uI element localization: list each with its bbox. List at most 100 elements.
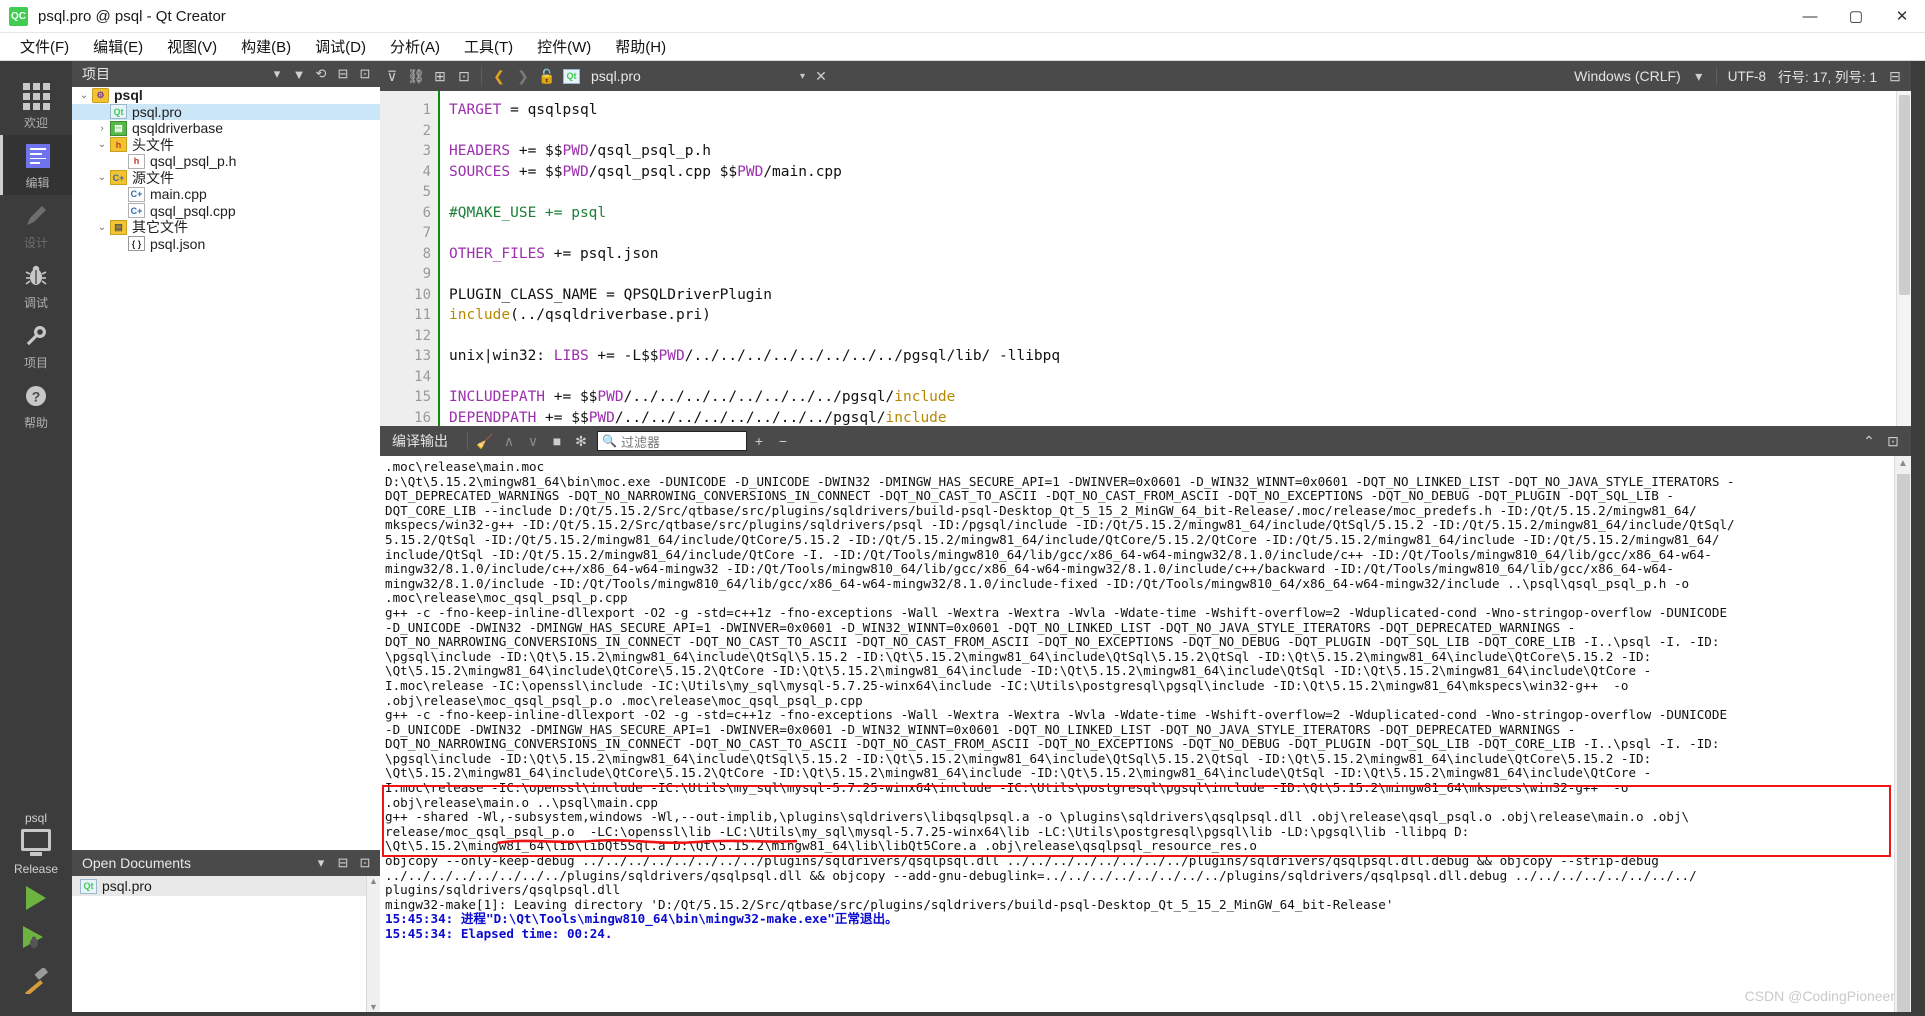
menu-debug[interactable]: 调试(D)	[303, 33, 378, 60]
menu-edit[interactable]: 编辑(E)	[81, 33, 155, 60]
menu-help[interactable]: 帮助(H)	[603, 33, 678, 60]
chevron-down-icon[interactable]: ▾	[310, 853, 332, 873]
chevron-down-icon[interactable]: ▾	[266, 64, 288, 84]
mode-edit[interactable]: 编辑	[0, 135, 72, 195]
code-line[interactable]	[440, 223, 1911, 244]
chevron-down-icon[interactable]: ⌄	[94, 172, 110, 183]
down-arrow-icon[interactable]: ∨	[521, 429, 545, 453]
settings-gear-icon[interactable]: ✻	[569, 429, 593, 453]
mode-help[interactable]: ? 帮助	[0, 375, 72, 435]
tree-item-qsqldriverbase[interactable]: › ▤ qsqldriverbase	[72, 120, 380, 137]
code-line[interactable]: OTHER_FILES += psql.json	[440, 244, 1911, 265]
code-line[interactable]: HEADERS += $$PWD/qsql_psql_p.h	[440, 141, 1911, 162]
code-line[interactable]: unix|win32: LIBS += -L$$PWD/../../../../…	[440, 346, 1911, 367]
code-line[interactable]	[440, 121, 1911, 142]
maximize-output-icon[interactable]: ⌃	[1857, 429, 1881, 453]
tree-item-main.cpp[interactable]: C+ main.cpp	[72, 186, 380, 203]
code-line[interactable]	[440, 326, 1911, 347]
close-split-icon[interactable]: ⊡	[354, 853, 376, 873]
code-line[interactable]	[440, 182, 1911, 203]
link-icon[interactable]: ⛓	[404, 63, 428, 89]
close-icon[interactable]: ✕	[809, 63, 833, 89]
unlocked-icon[interactable]: 🔓	[535, 63, 559, 89]
menu-tools[interactable]: 工具(T)	[452, 33, 525, 60]
kit-selector[interactable]: psql Release	[14, 811, 58, 886]
menu-analyze[interactable]: 分析(A)	[378, 33, 452, 60]
stop-icon[interactable]: ■	[545, 429, 569, 453]
chevron-down-icon[interactable]: ▾	[1687, 63, 1711, 89]
close-button[interactable]: ✕	[1879, 0, 1925, 33]
line-ending-selector[interactable]: Windows (CRLF)	[1568, 68, 1687, 84]
close-split-icon[interactable]: ⊡	[354, 64, 376, 84]
tree-item-psql.json[interactable]: { } psql.json	[72, 236, 380, 253]
tree-item----[interactable]: ⌄ h 头文件	[72, 137, 380, 154]
open-documents-list[interactable]: Qt psql.pro ▲ ▼	[72, 876, 380, 1012]
split-icon[interactable]: ⊟	[1883, 63, 1907, 89]
scroll-up-arrow-icon[interactable]: ▲	[369, 876, 378, 886]
tree-item-psql[interactable]: ⌄ ⚙ psql	[72, 87, 380, 104]
menu-view[interactable]: 视图(V)	[155, 33, 229, 60]
tree-item-psql.pro[interactable]: Qt psql.pro	[72, 103, 380, 120]
mode-welcome[interactable]: 欢迎	[0, 75, 72, 135]
menu-widgets[interactable]: 控件(W)	[525, 33, 603, 60]
mode-debug[interactable]: 调试	[0, 255, 72, 315]
chevron-right-icon[interactable]: ›	[94, 123, 110, 134]
editor-scroll-thumb[interactable]	[1899, 95, 1910, 295]
open-document-item[interactable]: Qt psql.pro	[72, 876, 380, 896]
add-split-icon[interactable]: ⊟	[332, 853, 354, 873]
output-filter-input[interactable]: 🔍 过滤器	[597, 431, 747, 451]
tree-item----[interactable]: ⌄ C+ 源文件	[72, 170, 380, 187]
navigate-forward-icon[interactable]: ❯	[511, 63, 535, 89]
chevron-down-icon[interactable]: ⌄	[76, 90, 92, 101]
add-split-icon[interactable]: ⊞	[428, 63, 452, 89]
close-split-icon[interactable]: ⊡	[452, 63, 476, 89]
code-line[interactable]: SOURCES += $$PWD/qsql_psql.cpp $$PWD/mai…	[440, 162, 1911, 183]
tree-item-qsql_psql.cpp[interactable]: C+ qsql_psql.cpp	[72, 203, 380, 220]
clear-icon[interactable]: 🧹	[473, 429, 497, 453]
code-area[interactable]: TARGET = qsqlpsql HEADERS += $$PWD/qsql_…	[438, 91, 1911, 426]
filter-icon[interactable]: ⊽	[380, 63, 404, 89]
code-line[interactable]: TARGET = qsqlpsql	[440, 100, 1911, 121]
chevron-down-icon[interactable]: ▾	[800, 71, 805, 82]
debug-button[interactable]	[21, 924, 51, 954]
mode-design[interactable]: 设计	[0, 195, 72, 255]
tree-item-----[interactable]: ⌄ ▤ 其它文件	[72, 219, 380, 236]
editor-scrollbar[interactable]	[1896, 91, 1911, 426]
zoom-in-button[interactable]: +	[747, 429, 771, 453]
encoding-selector[interactable]: UTF-8	[1722, 69, 1772, 84]
chevron-down-icon[interactable]: ⌄	[94, 139, 110, 150]
close-output-icon[interactable]: ⊡	[1881, 429, 1905, 453]
open-documents-scrollbar[interactable]: ▲ ▼	[366, 876, 380, 1012]
up-arrow-icon[interactable]: ∧	[497, 429, 521, 453]
scroll-down-arrow-icon[interactable]: ▼	[369, 1002, 378, 1012]
add-split-icon[interactable]: ⊟	[332, 64, 354, 84]
navigate-back-icon[interactable]: ❮	[487, 63, 511, 89]
filter-icon[interactable]: ▼	[288, 64, 310, 84]
maximize-button[interactable]: ▢	[1833, 0, 1879, 33]
code-line[interactable]	[440, 367, 1911, 388]
sync-icon[interactable]: ⟲	[310, 64, 332, 84]
minimize-button[interactable]: —	[1787, 0, 1833, 33]
code-editor[interactable]: 1234567891011121314151617 TARGET = qsqlp…	[380, 91, 1911, 426]
code-line[interactable]	[440, 264, 1911, 285]
code-line[interactable]: INCLUDEPATH += $$PWD/../../../../../../.…	[440, 387, 1911, 408]
scroll-up-arrow-icon[interactable]: ▲	[1898, 458, 1908, 469]
zoom-out-button[interactable]: −	[771, 429, 795, 453]
code-line[interactable]: include(../qsqldriverbase.pri)	[440, 305, 1911, 326]
output-scrollbar[interactable]: ▲ ▼	[1894, 456, 1911, 1012]
mode-projects[interactable]: 项目	[0, 315, 72, 375]
tree-item-qsql_psql_p.h[interactable]: h qsql_psql_p.h	[72, 153, 380, 170]
code-line[interactable]: #QMAKE_USE += psql	[440, 203, 1911, 224]
output-scroll-thumb[interactable]	[1897, 474, 1910, 1012]
output-pane[interactable]: .moc\release\main.moc D:\Qt\5.15.2\mingw8…	[380, 456, 1911, 1012]
watermark: CSDN @CodingPioneer	[1744, 988, 1895, 1004]
run-button[interactable]	[26, 886, 46, 910]
menu-build[interactable]: 构建(B)	[229, 33, 303, 60]
open-file-combobox[interactable]: Qt psql.pro ▾	[559, 63, 809, 89]
chevron-down-icon[interactable]: ⌄	[94, 222, 110, 233]
code-line[interactable]: DEPENDPATH += $$PWD/../../../../../../..…	[440, 408, 1911, 427]
project-tree[interactable]: ⌄ ⚙ psql Qt psql.pro › ▤ qsqldriverbase ⌄ h 头文件 h qs…	[72, 87, 380, 850]
menu-file[interactable]: 文件(F)	[8, 33, 81, 60]
code-line[interactable]: PLUGIN_CLASS_NAME = QPSQLDriverPlugin	[440, 285, 1911, 306]
build-button[interactable]	[21, 967, 51, 998]
